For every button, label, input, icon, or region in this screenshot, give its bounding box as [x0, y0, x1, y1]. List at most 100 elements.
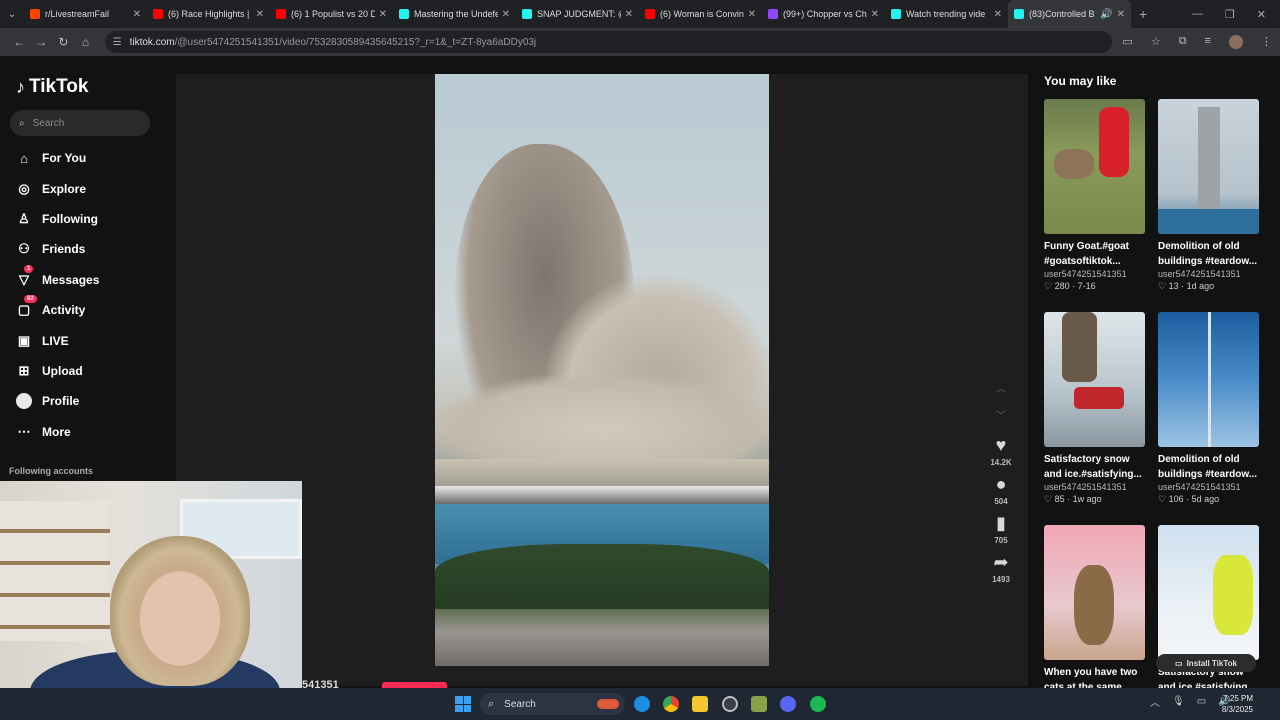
- browser-tab-active[interactable]: (83)Controlled B 🔊 ✕: [1008, 0, 1131, 28]
- taskbar-clock[interactable]: 7:25 PM 8/3/2025: [1205, 693, 1253, 715]
- taskbar-search[interactable]: ⌕ Search: [480, 693, 625, 715]
- browser-tab[interactable]: (6) Woman is Convin ✕: [639, 0, 762, 28]
- cast-icon[interactable]: ▭: [1122, 35, 1132, 49]
- address-bar[interactable]: ☰ tiktok.com/@user5474251541351/video/75…: [104, 31, 1113, 53]
- search-input[interactable]: ⌕ Search: [10, 110, 150, 136]
- browser-tab[interactable]: SNAP JUDGMENT: @ ✕: [516, 0, 639, 28]
- browser-tab-strip: ⌄ r/LivestreamFail ✕ (6) Race Highlights …: [0, 0, 1280, 28]
- recommended-video-card[interactable]: Demolition of old buildings #teardow... …: [1158, 99, 1259, 292]
- sidebar-item-messages[interactable]: ▽ 1 Messages: [16, 265, 99, 288]
- back-icon[interactable]: ←: [8, 35, 30, 49]
- tab-search-icon[interactable]: ⌄: [0, 0, 24, 28]
- sidebar-item-explore[interactable]: ◎ Explore: [16, 181, 86, 197]
- reading-list-icon[interactable]: ≡: [1205, 35, 1211, 49]
- discord-icon[interactable]: [780, 696, 796, 712]
- profile-avatar[interactable]: [1228, 35, 1243, 49]
- video-frame-pier: [435, 486, 769, 504]
- save-count: 705: [994, 536, 1008, 545]
- comment-count: 504: [994, 497, 1008, 506]
- tiktok-logo[interactable]: ♪ TikTok: [16, 76, 88, 98]
- close-tab-icon[interactable]: ✕: [133, 9, 141, 20]
- close-window-icon[interactable]: ✕: [1257, 8, 1266, 21]
- recommended-video-card[interactable]: Funny Goat.#goat #goatsoftiktok... user5…: [1044, 99, 1145, 292]
- new-tab-icon[interactable]: +: [1131, 6, 1155, 22]
- install-tiktok-button[interactable]: ▭ Install TikTok: [1156, 654, 1256, 672]
- close-tab-icon[interactable]: ✕: [1117, 9, 1125, 20]
- home-icon: ⌂: [20, 150, 28, 166]
- sidebar-item-more[interactable]: ⋯ More: [16, 424, 71, 440]
- site-info-icon[interactable]: ☰: [113, 37, 122, 48]
- bookmark-star-icon[interactable]: ☆: [1151, 35, 1161, 49]
- file-explorer-icon[interactable]: [692, 696, 708, 712]
- heart-outline-icon: ♡: [1044, 281, 1053, 291]
- browser-tab[interactable]: Watch trending vide ✕: [885, 0, 1008, 28]
- close-tab-icon[interactable]: ✕: [994, 9, 1002, 20]
- windows-taskbar: ⌕ Search ︿ 🎙 ▭ 🔊: [0, 688, 1280, 720]
- recommended-video-card[interactable]: Satisfactory snow and ice.#satisfying...…: [1044, 312, 1145, 505]
- recommended-video-card[interactable]: Demolition of old buildings #teardow... …: [1158, 312, 1259, 505]
- video-thumbnail: [1158, 525, 1259, 660]
- maximize-icon[interactable]: ❐: [1225, 8, 1235, 21]
- close-tab-icon[interactable]: ✕: [625, 9, 633, 20]
- like-heart-icon[interactable]: ♥: [996, 434, 1007, 456]
- home-icon[interactable]: ⌂: [74, 35, 96, 49]
- speaker-icon[interactable]: 🔊: [1100, 9, 1112, 20]
- video-thumbnail: [1158, 99, 1259, 234]
- tiktok-favicon-icon: [399, 9, 409, 19]
- video-thumbnail: [1044, 99, 1145, 234]
- recommended-video-card[interactable]: When you have two cats at the same...: [1044, 525, 1145, 695]
- sidebar-item-for-you[interactable]: ⌂ For You: [16, 150, 86, 166]
- webcam-person-head: [110, 536, 250, 686]
- windows-start-icon[interactable]: [455, 696, 471, 712]
- browser-tab[interactable]: (99+) Chopper vs Ch ✕: [762, 0, 885, 28]
- bookmark-icon[interactable]: ▮: [996, 512, 1006, 534]
- browser-tab[interactable]: Mastering the Undefe ✕: [393, 0, 516, 28]
- obs-icon[interactable]: [722, 696, 738, 712]
- sidebar-item-upload[interactable]: ⊞ Upload: [16, 363, 83, 379]
- thumbnail-person: [1062, 312, 1097, 382]
- close-tab-icon[interactable]: ✕: [871, 9, 879, 20]
- close-tab-icon[interactable]: ✕: [256, 9, 264, 20]
- thumbnail-cable: [1208, 312, 1211, 447]
- video-player[interactable]: [435, 74, 769, 666]
- microphone-icon[interactable]: 🎙: [1172, 696, 1185, 707]
- minimize-icon[interactable]: —: [1192, 8, 1203, 21]
- menu-icon[interactable]: ⋮: [1261, 35, 1272, 49]
- video-frame-road: [435, 609, 769, 666]
- thumbnail-cat: [1074, 565, 1114, 645]
- chevron-up-icon[interactable]: ︿: [996, 380, 1006, 395]
- chevron-down-icon[interactable]: ﹀: [996, 407, 1006, 422]
- tiktok-note-icon: ♪: [16, 76, 25, 97]
- edge-icon[interactable]: [634, 696, 650, 712]
- extensions-icon[interactable]: ⧉: [1179, 35, 1187, 49]
- chrome-icon[interactable]: [663, 696, 679, 712]
- spotify-icon[interactable]: [810, 696, 826, 712]
- following-accounts-heading: Following accounts: [9, 466, 94, 476]
- sidebar-item-profile[interactable]: Profile: [16, 393, 79, 409]
- youtube-favicon-icon: [276, 9, 286, 19]
- heart-outline-icon: ♡: [1044, 494, 1053, 504]
- app-icon[interactable]: [751, 696, 767, 712]
- url-path: /@user5474251541351/video/75328305894356…: [174, 36, 537, 48]
- sidebar-item-following[interactable]: ♙ Following: [16, 211, 98, 227]
- browser-tab[interactable]: r/LivestreamFail ✕: [24, 0, 147, 28]
- chevron-up-icon[interactable]: ︿: [1150, 694, 1160, 709]
- search-highlight-icon: [597, 699, 619, 709]
- forward-icon[interactable]: →: [30, 35, 52, 49]
- sidebar-item-activity[interactable]: ▢ 82 Activity: [16, 295, 85, 318]
- close-tab-icon[interactable]: ✕: [379, 9, 387, 20]
- more-icon: ⋯: [17, 424, 31, 439]
- browser-tab[interactable]: (6) 1 Populist vs 20 D ✕: [270, 0, 393, 28]
- compass-icon: ◎: [18, 181, 30, 196]
- comment-icon[interactable]: ●: [996, 473, 1007, 495]
- reload-icon[interactable]: ↻: [52, 35, 74, 49]
- upload-icon: ⊞: [18, 363, 30, 378]
- following-icon: ♙: [18, 211, 30, 226]
- close-tab-icon[interactable]: ✕: [748, 9, 756, 20]
- close-tab-icon[interactable]: ✕: [502, 9, 510, 20]
- share-icon[interactable]: ➦: [993, 551, 1008, 573]
- browser-tab[interactable]: (6) Race Highlights | ✕: [147, 0, 270, 28]
- sidebar-item-friends[interactable]: ⚇ Friends: [16, 241, 85, 257]
- sidebar-item-live[interactable]: ▣ LIVE: [16, 333, 69, 349]
- like-count: 14.2K: [990, 458, 1012, 467]
